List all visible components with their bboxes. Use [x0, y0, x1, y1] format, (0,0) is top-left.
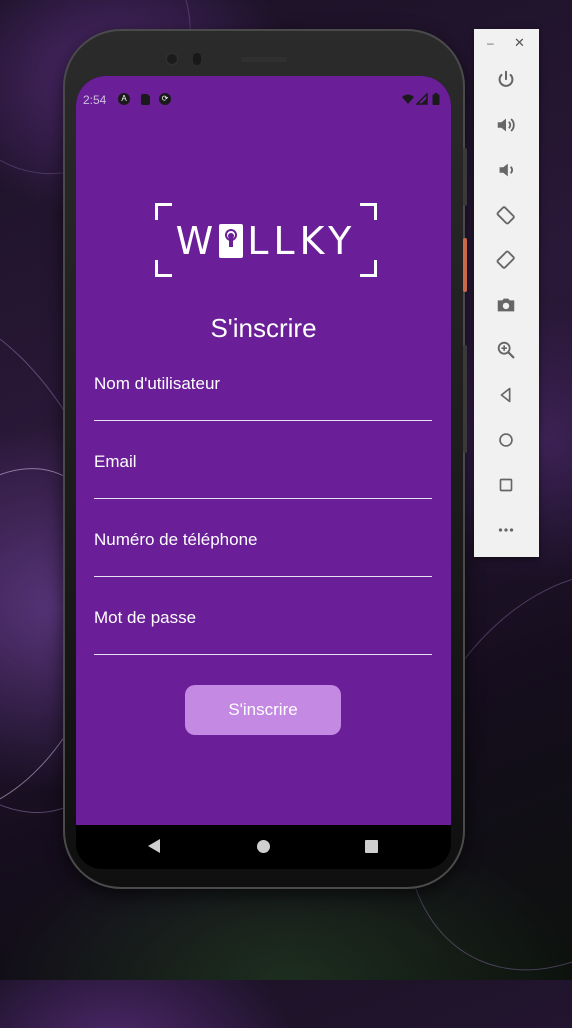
rotate-right-button[interactable]	[491, 245, 521, 275]
zoom-icon	[497, 341, 515, 359]
volume-down-button[interactable]	[491, 155, 521, 185]
camera-icon	[497, 298, 515, 312]
signal-icon	[416, 93, 428, 105]
signup-button[interactable]: S'inscrire	[185, 685, 341, 735]
power-icon	[498, 70, 514, 87]
signup-screen: 2:54 A ⟳ W LLKY S'inscrire Nom d'utilisa…	[76, 76, 451, 825]
home-button[interactable]	[491, 425, 521, 455]
back-icon	[500, 387, 511, 403]
wifi-icon	[402, 94, 414, 104]
keyhole-icon	[219, 224, 244, 258]
password-input[interactable]	[94, 630, 432, 654]
back-icon[interactable]	[148, 839, 160, 853]
battery-icon	[432, 93, 440, 105]
phone-number-input[interactable]	[94, 552, 432, 576]
sync-icon: ⟳	[159, 93, 171, 105]
recents-icon[interactable]	[365, 840, 378, 853]
email-label: Email	[94, 452, 137, 471]
logo-frame-corner	[155, 203, 172, 220]
minimize-icon[interactable]: –	[487, 36, 494, 50]
rotate-left-icon	[496, 206, 515, 225]
field-underline	[94, 576, 432, 577]
power-button[interactable]	[491, 65, 521, 95]
volume-up-icon	[497, 118, 515, 132]
username-input[interactable]	[94, 396, 432, 420]
zoom-button[interactable]	[491, 335, 521, 365]
more-button[interactable]	[491, 515, 521, 545]
logo-letters-right: LLKY	[247, 219, 357, 263]
rotate-left-button[interactable]	[491, 200, 521, 230]
close-icon[interactable]: ✕	[514, 35, 525, 51]
username-field[interactable]: Nom d'utilisateur	[94, 374, 432, 422]
field-underline	[94, 654, 432, 655]
phone-number-label: Numéro de téléphone	[94, 530, 258, 549]
username-label: Nom d'utilisateur	[94, 374, 221, 393]
phone-side-button	[463, 345, 467, 453]
email-field[interactable]: Email	[94, 452, 432, 500]
home-icon[interactable]	[257, 840, 270, 853]
phone-screen: 2:54 A ⟳ W LLKY S'inscrire Nom d'utilisa…	[76, 76, 451, 869]
logo-frame-corner	[360, 203, 377, 220]
page-title: S'inscrire	[210, 313, 317, 343]
more-icon	[498, 528, 514, 532]
phone-side-button	[463, 148, 467, 206]
front-camera-icon	[165, 52, 179, 66]
volume-up-button[interactable]	[491, 110, 521, 140]
field-underline	[94, 498, 432, 499]
status-time: 2:54	[83, 93, 107, 107]
password-label: Mot de passe	[94, 608, 197, 627]
password-field[interactable]: Mot de passe	[94, 608, 432, 656]
phone-volume-button	[463, 238, 467, 292]
earpiece	[241, 57, 287, 62]
logo-frame-corner	[360, 260, 377, 277]
volume-down-icon	[499, 163, 513, 177]
overview-button[interactable]	[491, 470, 521, 500]
back-button[interactable]	[491, 380, 521, 410]
status-bar: 2:54 A ⟳	[76, 76, 451, 122]
android-nav-bar	[76, 825, 451, 869]
sensor-icon	[193, 53, 201, 65]
overview-icon	[499, 478, 513, 492]
home-icon	[499, 433, 513, 447]
wallky-logo: W LLKY	[155, 203, 377, 277]
sd-card-icon	[141, 94, 150, 105]
logo-frame-corner	[155, 260, 172, 277]
emulator-window-controls: – ✕	[474, 29, 539, 59]
field-underline	[94, 420, 432, 421]
app-notification-icon: A	[118, 93, 130, 105]
rotate-right-icon	[496, 250, 515, 269]
screenshot-button[interactable]	[491, 290, 521, 320]
emulator-toolbar: – ✕	[474, 29, 539, 557]
logo-letters-left: W	[175, 219, 219, 263]
email-input[interactable]	[94, 474, 432, 498]
phone-number-field[interactable]: Numéro de téléphone	[94, 530, 432, 578]
logo-wordmark: W LLKY	[155, 221, 377, 261]
